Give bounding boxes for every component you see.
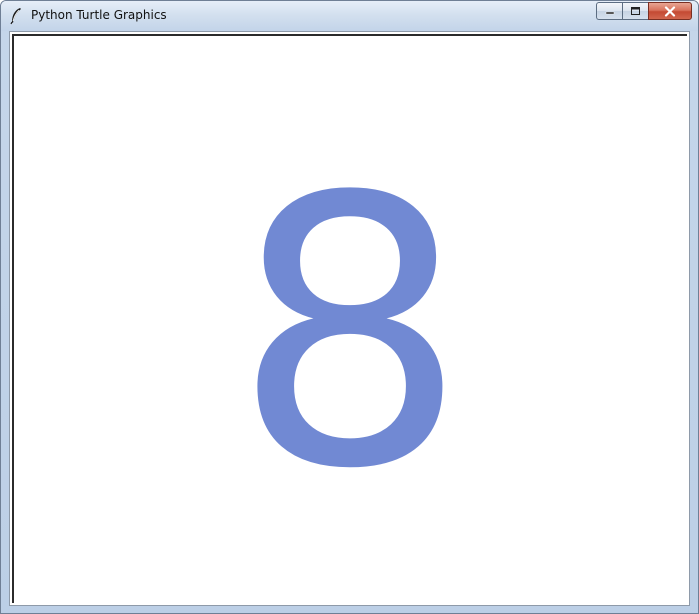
feather-icon [10,8,21,25]
maximize-button[interactable] [622,2,648,20]
maximize-icon [631,7,640,15]
close-icon [664,5,676,17]
close-button[interactable] [648,2,692,20]
title-bar[interactable]: Python Turtle Graphics [1,1,698,31]
window-client-area: 8 [9,31,690,606]
turtle-canvas-frame: 8 [12,34,687,603]
drawn-digit-text: 8 [232,120,467,550]
turtle-graphics-window: Python Turtle Graphics 8 [0,0,699,614]
caption-buttons [596,2,692,20]
window-title: Python Turtle Graphics [31,8,167,22]
minimize-icon [605,11,614,15]
minimize-button[interactable] [596,2,622,20]
turtle-canvas[interactable]: 8 [14,36,687,603]
